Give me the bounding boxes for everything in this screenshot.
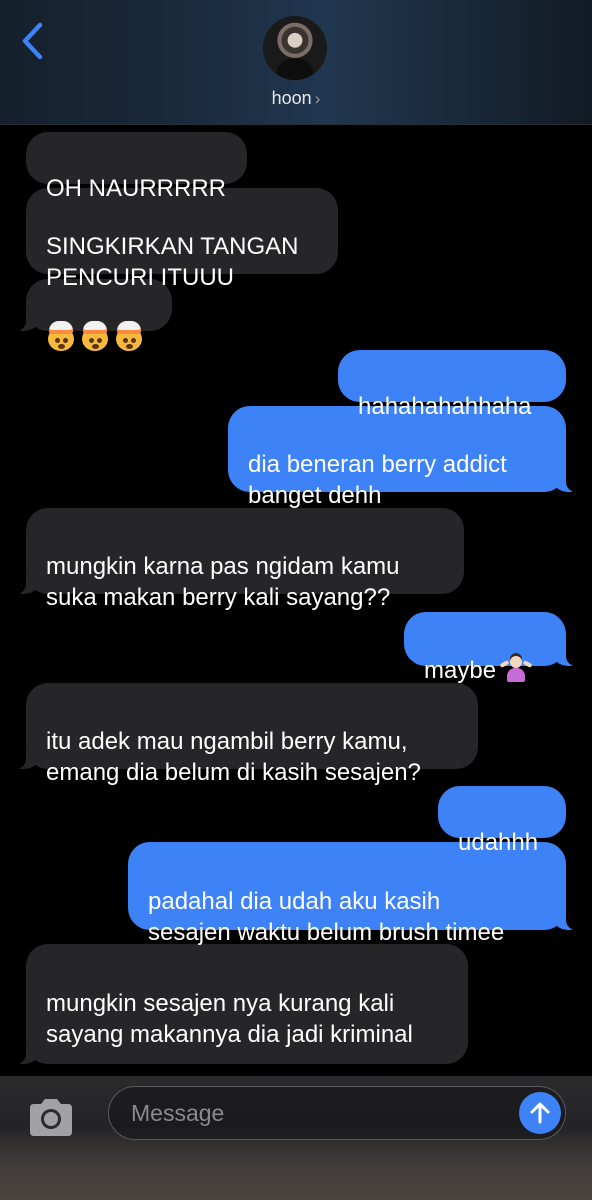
chevron-left-icon xyxy=(22,22,43,60)
contact-name-button[interactable]: hoon › xyxy=(0,88,592,109)
camera-icon xyxy=(30,1099,72,1136)
contact-avatar[interactable] xyxy=(263,16,327,80)
exploding-head-icon xyxy=(114,321,144,351)
message-bubble-incoming[interactable]: mungkin sesajen nya kurang kali sayang m… xyxy=(16,944,468,1064)
arrow-up-icon xyxy=(530,1102,550,1124)
message-text: maybe xyxy=(424,657,497,684)
message-input-container xyxy=(108,1086,566,1140)
message-text: SINGKIRKAN TANGAN PENCURI ITUUU xyxy=(46,233,299,291)
message-input[interactable] xyxy=(131,1099,491,1127)
exploding-head-icon xyxy=(80,321,110,351)
message-text: itu adek mau ngambil berry kamu, emang d… xyxy=(46,728,421,786)
message-bubble-incoming[interactable]: OH NAURRRRR xyxy=(26,132,247,202)
message-text: hahahahahhaha xyxy=(358,393,532,420)
message-text: udahhh xyxy=(458,829,539,856)
contact-name: hoon xyxy=(271,88,312,108)
chevron-right-icon: › xyxy=(314,89,321,108)
message-text: mungkin sesajen nya kurang kali sayang m… xyxy=(46,990,413,1048)
message-bubble-outgoing[interactable]: hahahahahhaha xyxy=(338,350,566,420)
message-text: padahal dia udah aku kasih sesajen waktu… xyxy=(148,888,505,946)
chat-header: hoon › xyxy=(0,0,592,125)
camera-button[interactable] xyxy=(26,1096,76,1138)
exploding-head-icon xyxy=(46,321,76,351)
message-bubble-outgoing[interactable]: udahhh xyxy=(438,786,566,856)
message-bubble-incoming[interactable]: itu adek mau ngambil berry kamu, emang d… xyxy=(16,683,478,786)
send-button[interactable] xyxy=(519,1092,561,1134)
message-bubble-outgoing[interactable]: maybe xyxy=(404,612,576,684)
message-composer xyxy=(0,1076,592,1200)
message-text: mungkin karna pas ngidam kamu suka makan… xyxy=(46,553,400,611)
woman-shrugging-icon xyxy=(499,654,533,684)
message-text: dia beneran berry addict banget dehh xyxy=(248,451,507,509)
back-button[interactable] xyxy=(14,20,50,62)
message-bubble-incoming[interactable]: mungkin karna pas ngidam kamu suka makan… xyxy=(16,508,464,611)
message-text: OH NAURRRRR xyxy=(46,175,226,202)
